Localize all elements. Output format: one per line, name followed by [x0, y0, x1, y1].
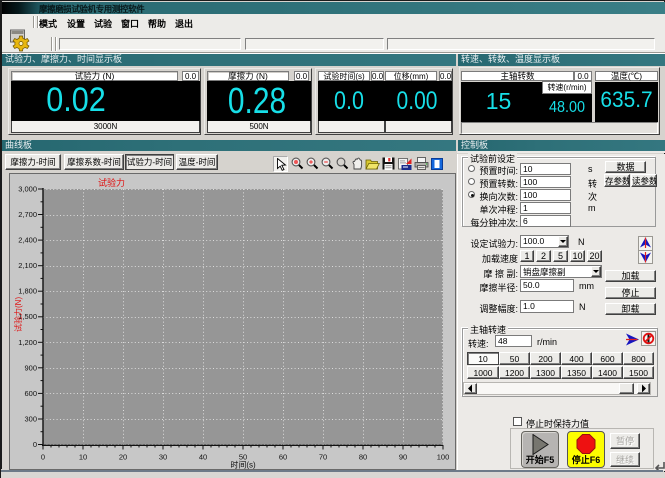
svg-text:10: 10	[79, 453, 87, 462]
svg-text:80: 80	[359, 453, 367, 462]
svg-text:2,400: 2,400	[18, 236, 37, 245]
svg-text:60: 60	[279, 453, 287, 462]
svg-text:2,100: 2,100	[18, 261, 37, 270]
svg-text:3,000: 3,000	[18, 185, 37, 194]
svg-text:900: 900	[24, 363, 37, 372]
svg-text:试验力: 试验力	[98, 177, 125, 188]
svg-text:1,200: 1,200	[18, 338, 37, 347]
svg-text:0: 0	[33, 440, 37, 449]
svg-text:70: 70	[319, 453, 327, 462]
svg-text:100: 100	[437, 453, 450, 462]
svg-text:1,800: 1,800	[18, 287, 37, 296]
svg-text:0: 0	[41, 453, 45, 462]
svg-text:2,700: 2,700	[18, 210, 37, 219]
svg-text:40: 40	[199, 453, 207, 462]
svg-text:试验力(N): 试验力(N)	[13, 297, 23, 332]
svg-text:30: 30	[159, 453, 167, 462]
svg-text:600: 600	[24, 389, 37, 398]
svg-text:20: 20	[119, 453, 127, 462]
svg-text:90: 90	[399, 453, 407, 462]
svg-text:300: 300	[24, 415, 37, 424]
svg-text:时间(s): 时间(s)	[230, 460, 256, 470]
